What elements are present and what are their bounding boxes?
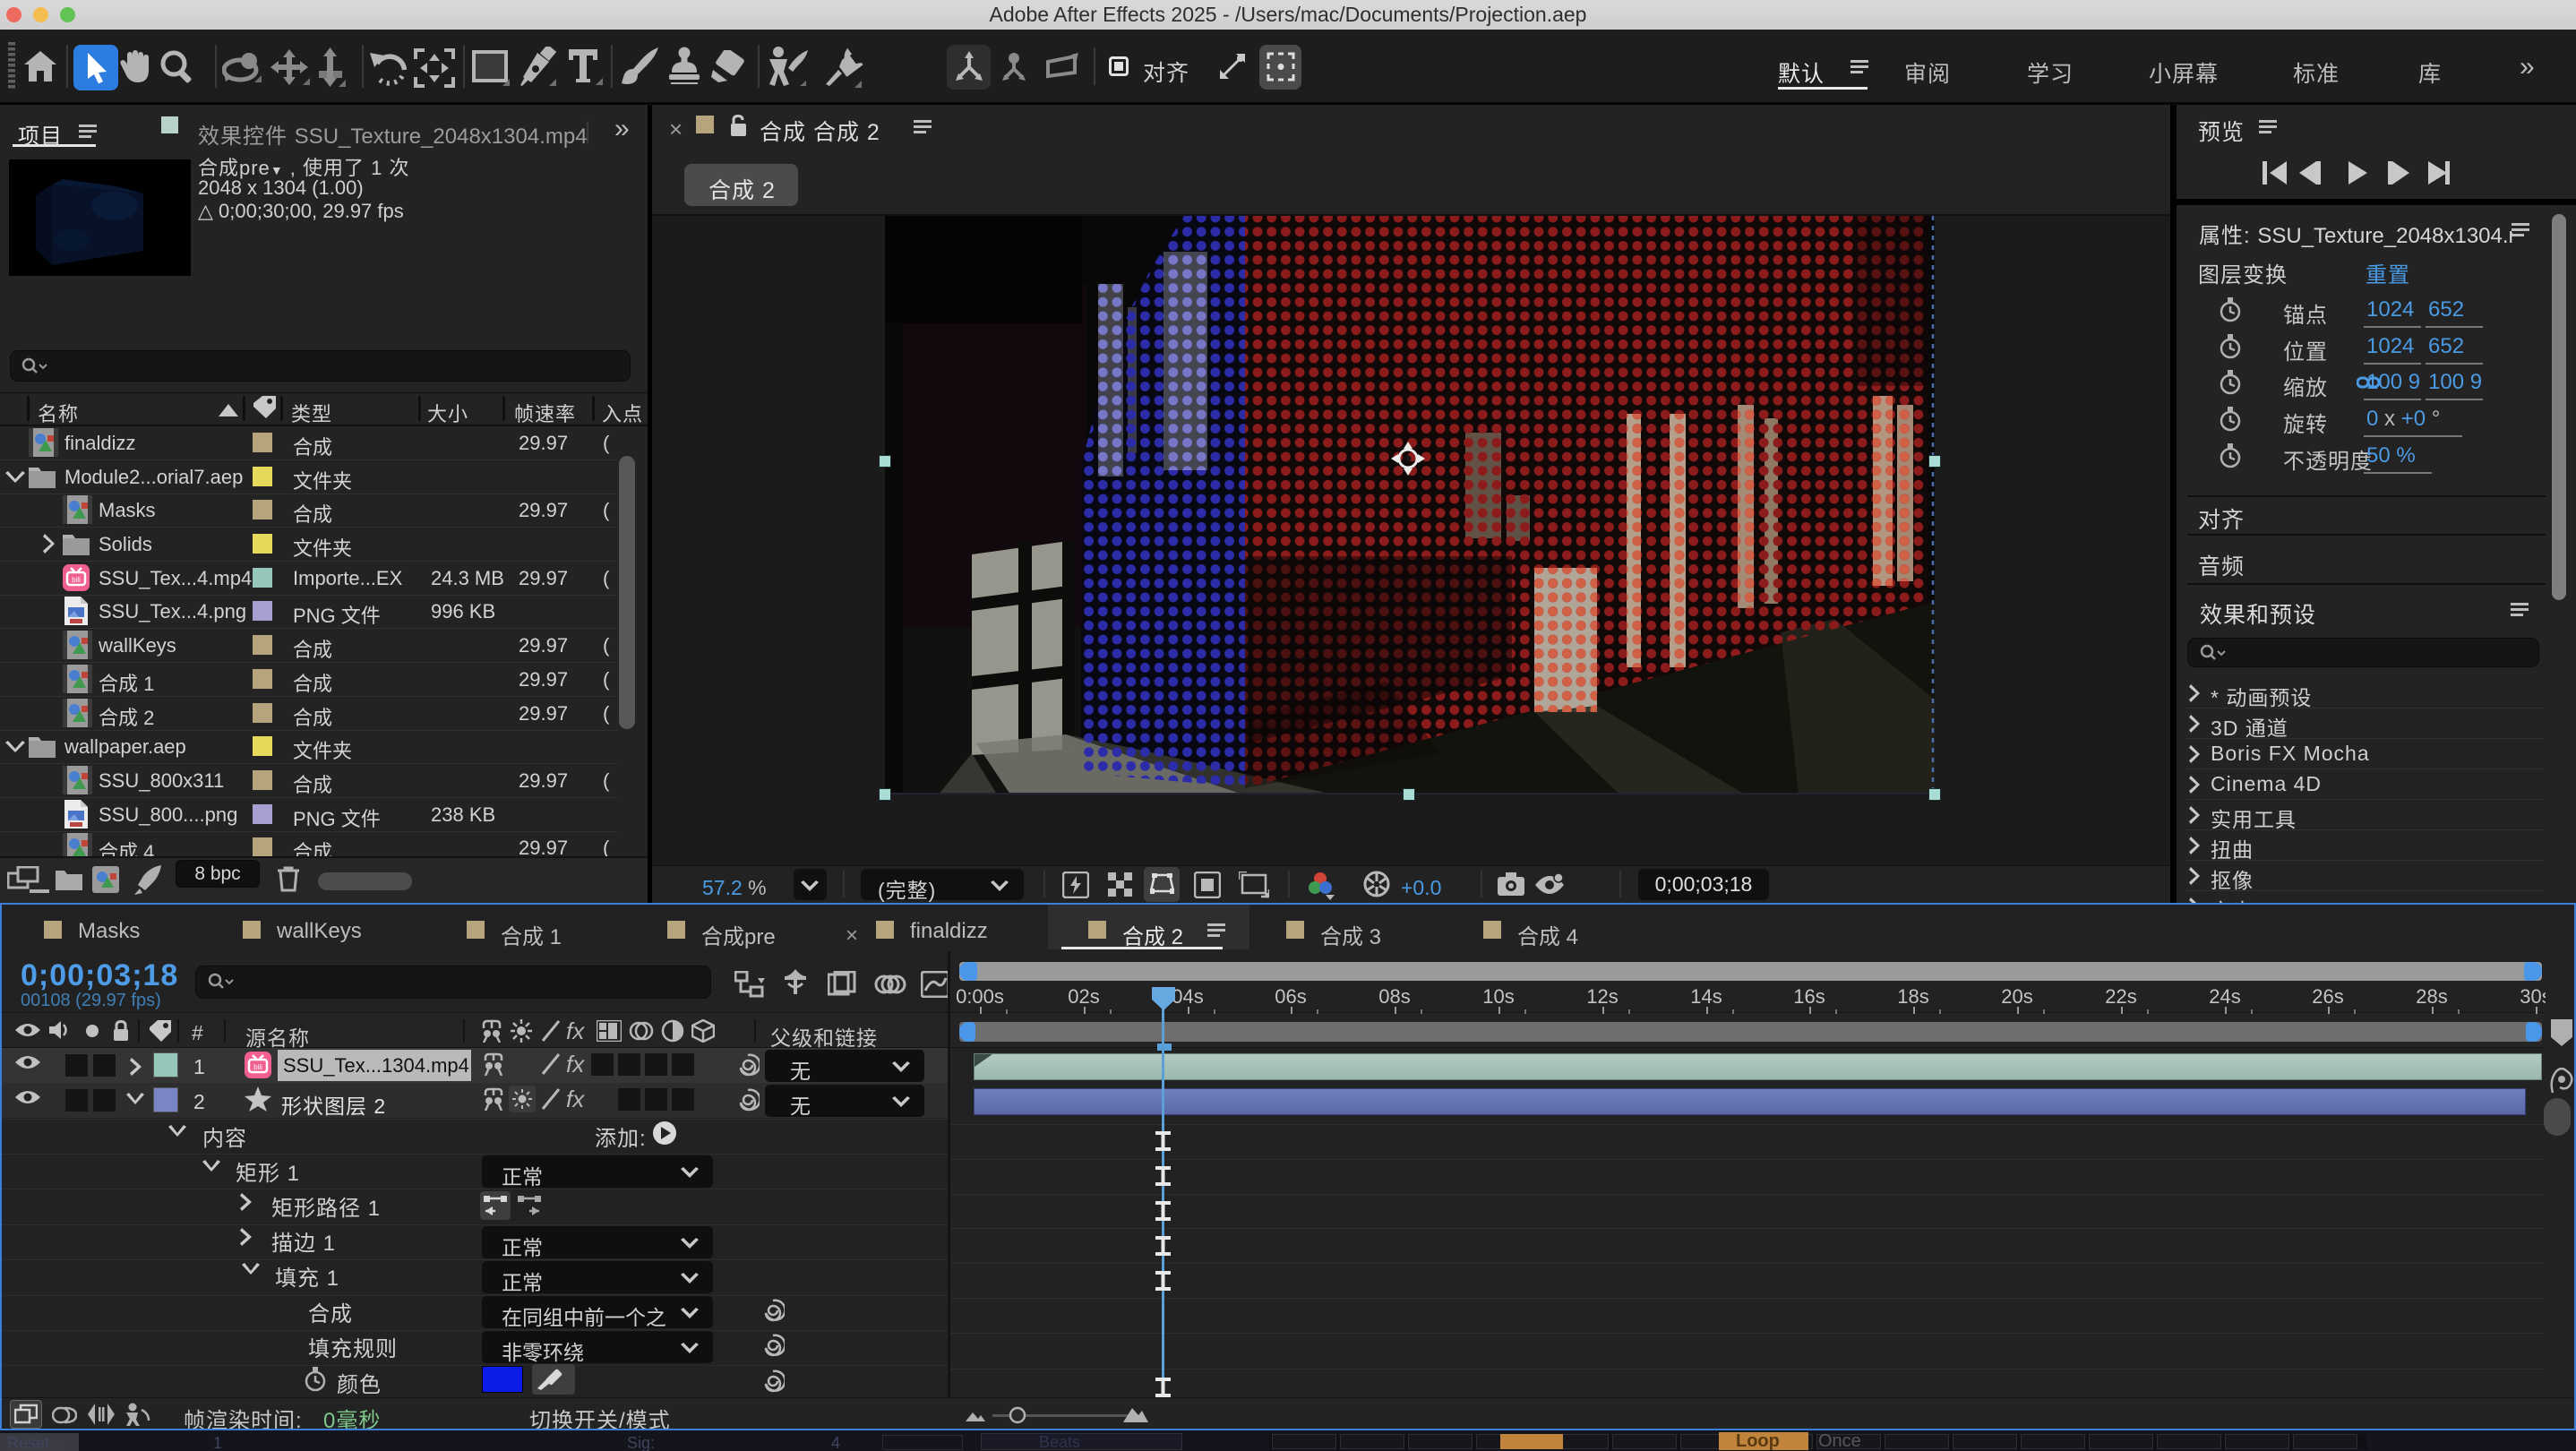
svg-text:bili: bili (72, 576, 81, 584)
svg-text:bili: bili (253, 1063, 262, 1071)
